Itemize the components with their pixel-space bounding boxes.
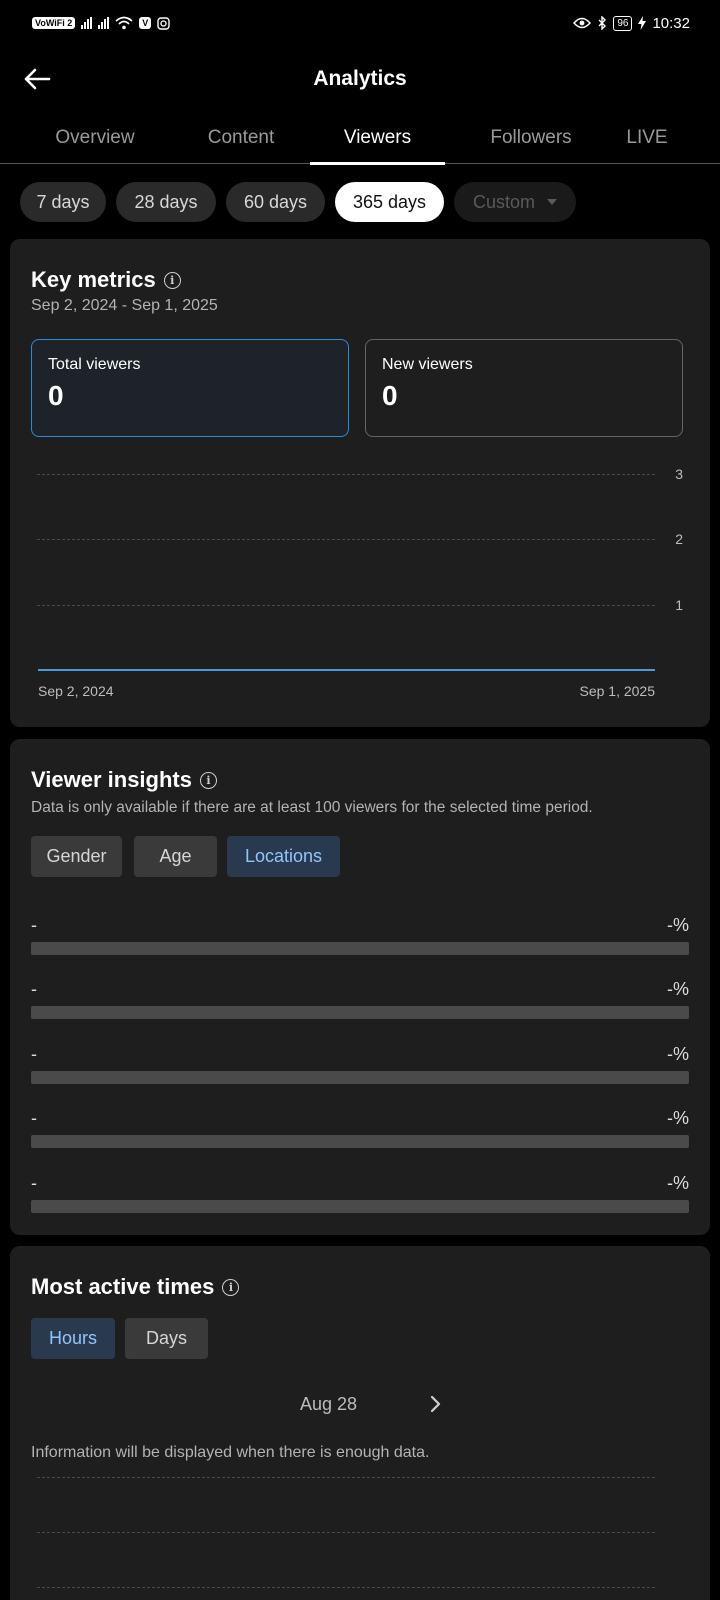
signal-icon [81, 17, 93, 29]
key-metrics-card: Key metrics i Sep 2, 2024 - Sep 1, 2025 … [10, 239, 710, 727]
gridline [37, 1532, 655, 1533]
tab-viewers[interactable]: Viewers [310, 112, 445, 165]
location-percent: -% [667, 1108, 689, 1128]
gridline [37, 1587, 655, 1588]
empty-data-message: Information will be displayed when there… [31, 1444, 430, 1461]
location-name: - [31, 915, 37, 935]
location-bar [31, 1071, 689, 1084]
info-icon[interactable]: i [163, 271, 181, 289]
segment-gender[interactable]: Gender [31, 836, 122, 877]
y-tick-label: 1 [675, 597, 683, 613]
clock: 10:32 [652, 14, 690, 32]
viewer-insights-title: Viewer insights i [31, 767, 217, 793]
new-viewers-label: New viewers [382, 356, 473, 373]
chip-28-days[interactable]: 28 days [116, 182, 216, 222]
most-active-times-title-text: Most active times [31, 1274, 215, 1299]
gridline [37, 474, 655, 475]
app-v-icon: V [139, 17, 152, 29]
tab-content[interactable]: Content [186, 112, 296, 164]
date-navigator: Aug 28 [10, 1384, 710, 1424]
chip-custom[interactable]: Custom [454, 182, 576, 222]
eye-icon [573, 17, 592, 29]
chip-7-days[interactable]: 7 days [20, 182, 106, 222]
segment-locations[interactable]: Locations [227, 836, 340, 877]
total-viewers-label: Total viewers [48, 356, 141, 373]
y-tick-label: 2 [675, 531, 683, 547]
y-tick-label: 3 [675, 466, 683, 482]
x-tick-label-start: Sep 2, 2024 [38, 683, 114, 699]
location-percent: -% [667, 915, 689, 935]
location-percent: -% [667, 1044, 689, 1064]
tab-overview[interactable]: Overview [40, 112, 150, 164]
chip-365-days[interactable]: 365 days [335, 182, 444, 222]
location-name: - [31, 1173, 37, 1193]
x-tick-label-end: Sep 1, 2025 [579, 683, 655, 699]
total-viewers-value: 0 [48, 380, 64, 411]
viewer-insights-note: Data is only available if there are at l… [31, 799, 593, 816]
charging-icon [638, 16, 647, 30]
gridline [37, 539, 655, 540]
page-title: Analytics [313, 67, 407, 90]
chevron-right-icon [430, 1395, 441, 1413]
location-bar [31, 1135, 689, 1148]
tab-bar: Overview Content Viewers Followers LIVE [0, 112, 720, 165]
segment-age[interactable]: Age [134, 836, 217, 877]
date-range-chips: 7 days 28 days 60 days 365 days Custom [20, 182, 576, 222]
location-bar [31, 1200, 689, 1213]
signal-icon [98, 17, 110, 29]
vowifi-badge: VoWiFi 2 [32, 17, 76, 29]
gridline [37, 605, 655, 606]
location-bar [31, 942, 689, 955]
next-date-button[interactable] [422, 1390, 450, 1418]
chip-custom-label: Custom [472, 191, 535, 212]
most-active-times-card: Most active times i Hours Days Aug 28 In… [10, 1246, 710, 1600]
info-icon[interactable]: i [222, 1278, 240, 1296]
back-arrow-icon [24, 68, 51, 90]
total-viewers-card[interactable]: Total viewers 0 [31, 339, 349, 437]
app-header: Analytics [0, 46, 720, 112]
location-percent: -% [667, 979, 689, 999]
status-bar: VoWiFi 2 V 96 10:32 [0, 0, 720, 46]
location-percent: -% [667, 1173, 689, 1193]
back-button[interactable] [18, 60, 56, 98]
new-viewers-card[interactable]: New viewers 0 [365, 339, 683, 437]
viewer-insights-card: Viewer insights i Data is only available… [10, 739, 710, 1235]
location-name: - [31, 1044, 37, 1064]
battery-icon: 96 [613, 15, 633, 31]
instagram-icon [157, 16, 170, 30]
location-name: - [31, 979, 37, 999]
bluetooth-icon [598, 16, 607, 30]
status-left: VoWiFi 2 V [32, 16, 170, 30]
info-icon[interactable]: i [199, 771, 217, 789]
tab-live[interactable]: LIVE [602, 112, 692, 164]
key-metrics-title: Key metrics i [31, 267, 181, 293]
wifi-icon [115, 16, 133, 30]
location-name: - [31, 1108, 37, 1128]
most-active-times-title: Most active times i [31, 1274, 240, 1300]
segment-days[interactable]: Days [125, 1318, 208, 1359]
caret-down-icon [547, 199, 557, 205]
new-viewers-value: 0 [382, 380, 398, 411]
current-date: Aug 28 [300, 1394, 358, 1414]
key-metrics-title-text: Key metrics [31, 267, 156, 292]
viewer-insights-title-text: Viewer insights [31, 767, 192, 792]
tab-followers[interactable]: Followers [466, 112, 596, 164]
segment-hours[interactable]: Hours [31, 1318, 115, 1359]
chip-60-days[interactable]: 60 days [226, 182, 325, 222]
location-bar [31, 1006, 689, 1019]
series-line [38, 669, 655, 671]
status-right: 96 10:32 [573, 15, 690, 32]
date-range-label: Sep 2, 2024 - Sep 1, 2025 [31, 297, 218, 314]
gridline [37, 1477, 655, 1478]
